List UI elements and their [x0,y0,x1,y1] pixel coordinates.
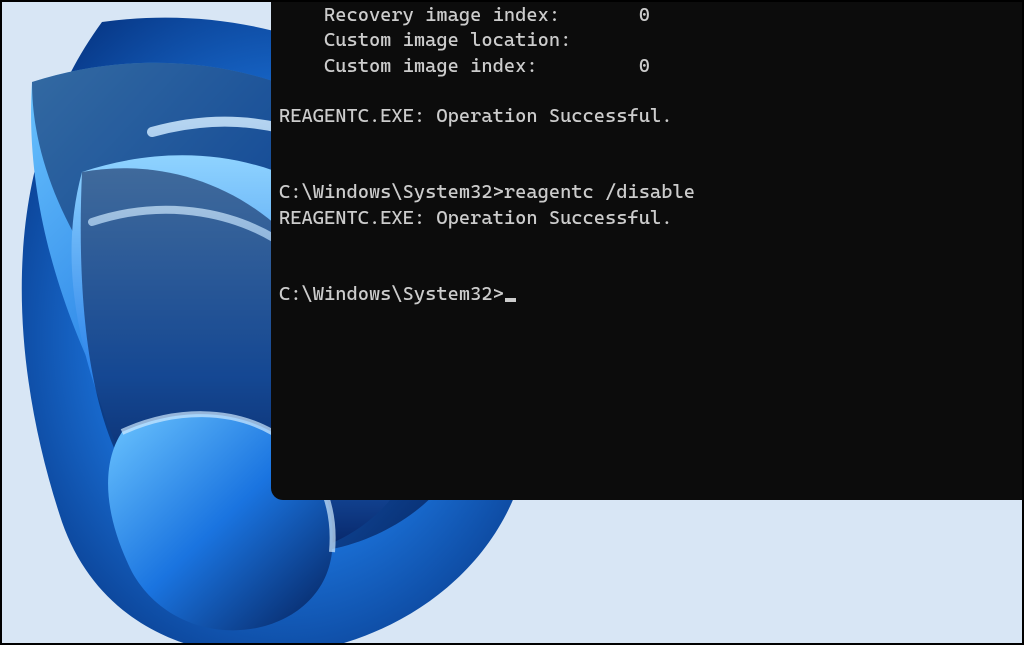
cursor [505,298,516,302]
terminal-line: Custom image index: 0 [279,54,650,77]
terminal-line: Custom image location: [279,28,571,51]
terminal-line: REAGENTC.EXE: Operation Successful. [279,104,673,127]
terminal-line: C:\Windows\System32>reagentc /disable [279,180,695,203]
terminal-prompt[interactable]: C:\Windows\System32> [279,282,504,305]
terminal-output[interactable]: Recovery image index: 0 Custom image loc… [271,2,1022,312]
terminal-window[interactable]: Recovery image index: 0 Custom image loc… [271,2,1022,500]
terminal-line: Recovery image index: 0 [279,3,650,26]
terminal-line: REAGENTC.EXE: Operation Successful. [279,206,673,229]
